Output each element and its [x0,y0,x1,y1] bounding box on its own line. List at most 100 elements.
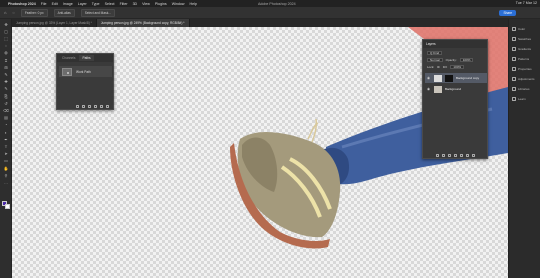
eyedropper-tool-icon[interactable]: ✎ [3,72,9,77]
more-tool-icon[interactable]: … [3,180,9,185]
eye-icon[interactable]: ◉ [427,87,431,91]
share-button[interactable]: Share [499,10,516,16]
layer-kind-filter[interactable]: Q Kind [427,50,443,56]
fill-label: Fill: [442,65,448,69]
menu-bar: Photoshop 2024 File Edit Image Layer Typ… [0,0,540,7]
frame-tool-icon[interactable]: ⊞ [3,65,9,70]
zoom-tool-icon[interactable]: ⚲ [3,173,9,178]
menu-help[interactable]: Help [190,2,197,6]
home-icon[interactable]: ⌂ [4,10,6,15]
dock-item-patterns[interactable]: Patterns [512,57,529,61]
add-mask-icon[interactable] [447,153,451,157]
layer-mask-thumbnail[interactable] [445,74,453,82]
spot-heal-tool-icon[interactable]: ✚ [3,80,9,85]
layers-panel: Layers Q Kind Normal Opacity: 100% Lock:… [422,39,488,159]
gradients-icon [512,47,516,51]
layer-name: Background copy [456,76,480,80]
layer-thumbnail [434,74,442,82]
menu-select[interactable]: Select [105,2,115,6]
make-work-path-icon[interactable] [94,104,97,108]
background-color-swatch[interactable] [5,204,10,209]
paths-panel-footer [57,103,113,109]
menu-image[interactable]: Image [63,2,73,6]
dock-item-label: Color [518,27,526,31]
fill-path-icon[interactable] [76,104,79,108]
anti-alias-checkbox[interactable]: Anti-alias [53,8,75,17]
select-and-mask-button[interactable]: Select and Mask... [80,8,115,17]
folder-icon[interactable] [459,153,463,157]
layer-row-background[interactable]: ◉ Background [425,84,487,94]
marquee-tool-icon[interactable]: ⬚ [3,36,9,41]
feather-field[interactable]: Feather: 0 px [20,8,48,17]
menu-window[interactable]: Window [172,2,185,6]
document-tabs: Jumping person.jpg @ 33% (Layer 1, Layer… [12,19,508,27]
menu-filter[interactable]: Filter [120,2,128,6]
dock-item-gradients[interactable]: Gradients [512,47,531,51]
menu-layer[interactable]: Layer [78,2,87,6]
layers-filter-row: Q Kind [425,50,487,56]
dock-item-color[interactable]: Color [512,27,525,31]
menu-type[interactable]: Type [92,2,100,6]
path-thumbnail [62,67,72,76]
artboard-tool-icon[interactable]: ▢ [3,29,9,34]
eye-icon[interactable]: ◉ [427,76,431,80]
blend-mode-select[interactable]: Normal [427,57,443,63]
layer-row-background-copy[interactable]: ◉ Background copy [425,73,487,83]
opacity-field[interactable]: 100% [459,57,474,63]
menu-file[interactable]: File [41,2,47,6]
menu-3d[interactable]: 3D [133,2,138,6]
dodge-tool-icon[interactable]: ◐ [3,130,9,135]
new-layer-icon[interactable] [465,153,469,157]
load-selection-icon[interactable] [88,104,91,108]
pen-tool-icon[interactable]: ✒ [3,137,9,142]
move-tool-icon[interactable]: ✥ [3,22,9,27]
blur-tool-icon[interactable]: ◔ [3,123,9,128]
fx-icon[interactable] [441,153,445,157]
layers-panel-title[interactable]: Layers [423,40,487,48]
options-bar: ⌂ ◌ Feather: 0 px Anti-alias Select and … [0,7,540,19]
link-icon[interactable] [435,153,439,157]
path-select-tool-icon[interactable]: ➤ [3,152,9,157]
stroke-path-icon[interactable] [82,104,85,108]
app-menu[interactable]: Photoshop 2024 [8,2,36,6]
gradient-tool-icon[interactable]: ▤ [3,116,9,121]
menu-plugins[interactable]: Plugins [155,2,167,6]
lasso-tool-icon[interactable]: ◌ [3,44,9,49]
rectangle-tool-icon[interactable]: ▭ [3,159,9,164]
right-panel-dock: Color Swatches Gradients Patterns Properties… [508,19,540,278]
properties-icon [512,67,516,71]
tab-jumping-person-mask[interactable]: Jumping person.jpg @ 33% (Layer 1, Layer… [12,19,97,27]
trash-icon[interactable] [471,153,475,157]
tab-paths[interactable]: Paths [79,55,94,61]
path-row-work-path[interactable]: Work Path [59,66,112,77]
adjustment-icon[interactable] [453,153,457,157]
tab-jumping-person-bg-copy[interactable]: Jumping person.jpg @ 249% (Background co… [96,19,190,27]
tab-channels[interactable]: Channels [59,55,78,61]
lock-icon[interactable]: ⊠ [437,65,440,69]
crop-tool-icon[interactable]: ⌗ [3,58,9,63]
path-name: Work Path [76,69,91,74]
dock-item-swatches[interactable]: Swatches [512,37,531,41]
hand-tool-icon[interactable]: ✋ [3,166,9,171]
adjustments-icon [512,77,516,81]
dock-item-properties[interactable]: Properties [512,67,532,71]
fill-field[interactable]: 100% [450,64,465,70]
brush-tool-icon[interactable]: ✎ [3,87,9,92]
lasso-tool-icon[interactable]: ◌ [12,10,14,15]
type-tool-icon[interactable]: T [3,144,9,149]
learn-icon [512,97,516,101]
layer-name: Background [445,87,462,91]
menu-view[interactable]: View [142,2,150,6]
menu-edit[interactable]: Edit [52,2,58,6]
quick-select-tool-icon[interactable]: ◍ [3,51,9,56]
new-path-icon[interactable] [100,104,103,108]
trash-icon[interactable] [106,104,109,108]
history-brush-tool-icon[interactable]: ↺ [3,101,9,106]
eraser-tool-icon[interactable]: ⌫ [3,108,9,113]
dock-item-learn[interactable]: Learn [512,97,526,101]
layers-panel-footer [423,152,487,158]
dock-item-label: Learn [518,97,526,101]
dock-item-libraries[interactable]: Libraries [512,87,530,91]
dock-item-adjustments[interactable]: Adjustments [512,77,535,81]
clone-stamp-tool-icon[interactable]: ⎘ [3,94,9,99]
